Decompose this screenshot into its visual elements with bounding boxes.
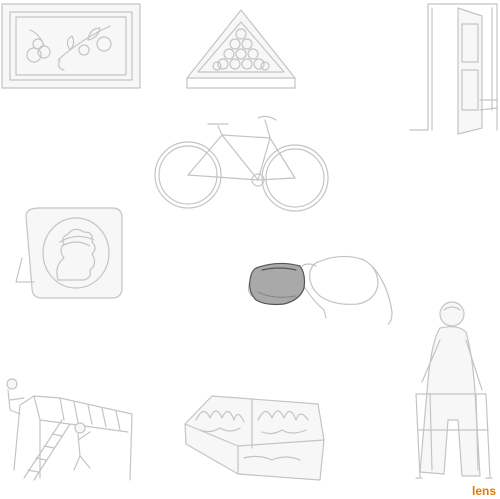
sunglasses bbox=[247, 255, 393, 325]
photo-frame bbox=[15, 207, 123, 299]
caption-label: lens bbox=[471, 484, 496, 498]
planter-box bbox=[184, 395, 325, 481]
billiard-rack bbox=[186, 9, 296, 89]
image-canvas: lens bbox=[0, 0, 500, 499]
open-door bbox=[409, 3, 498, 135]
elderly-person-with-walker bbox=[415, 301, 493, 479]
climbing-frame bbox=[6, 378, 133, 481]
framed-picture bbox=[1, 3, 141, 89]
illustration bbox=[1, 3, 498, 481]
bicycle bbox=[154, 115, 329, 212]
